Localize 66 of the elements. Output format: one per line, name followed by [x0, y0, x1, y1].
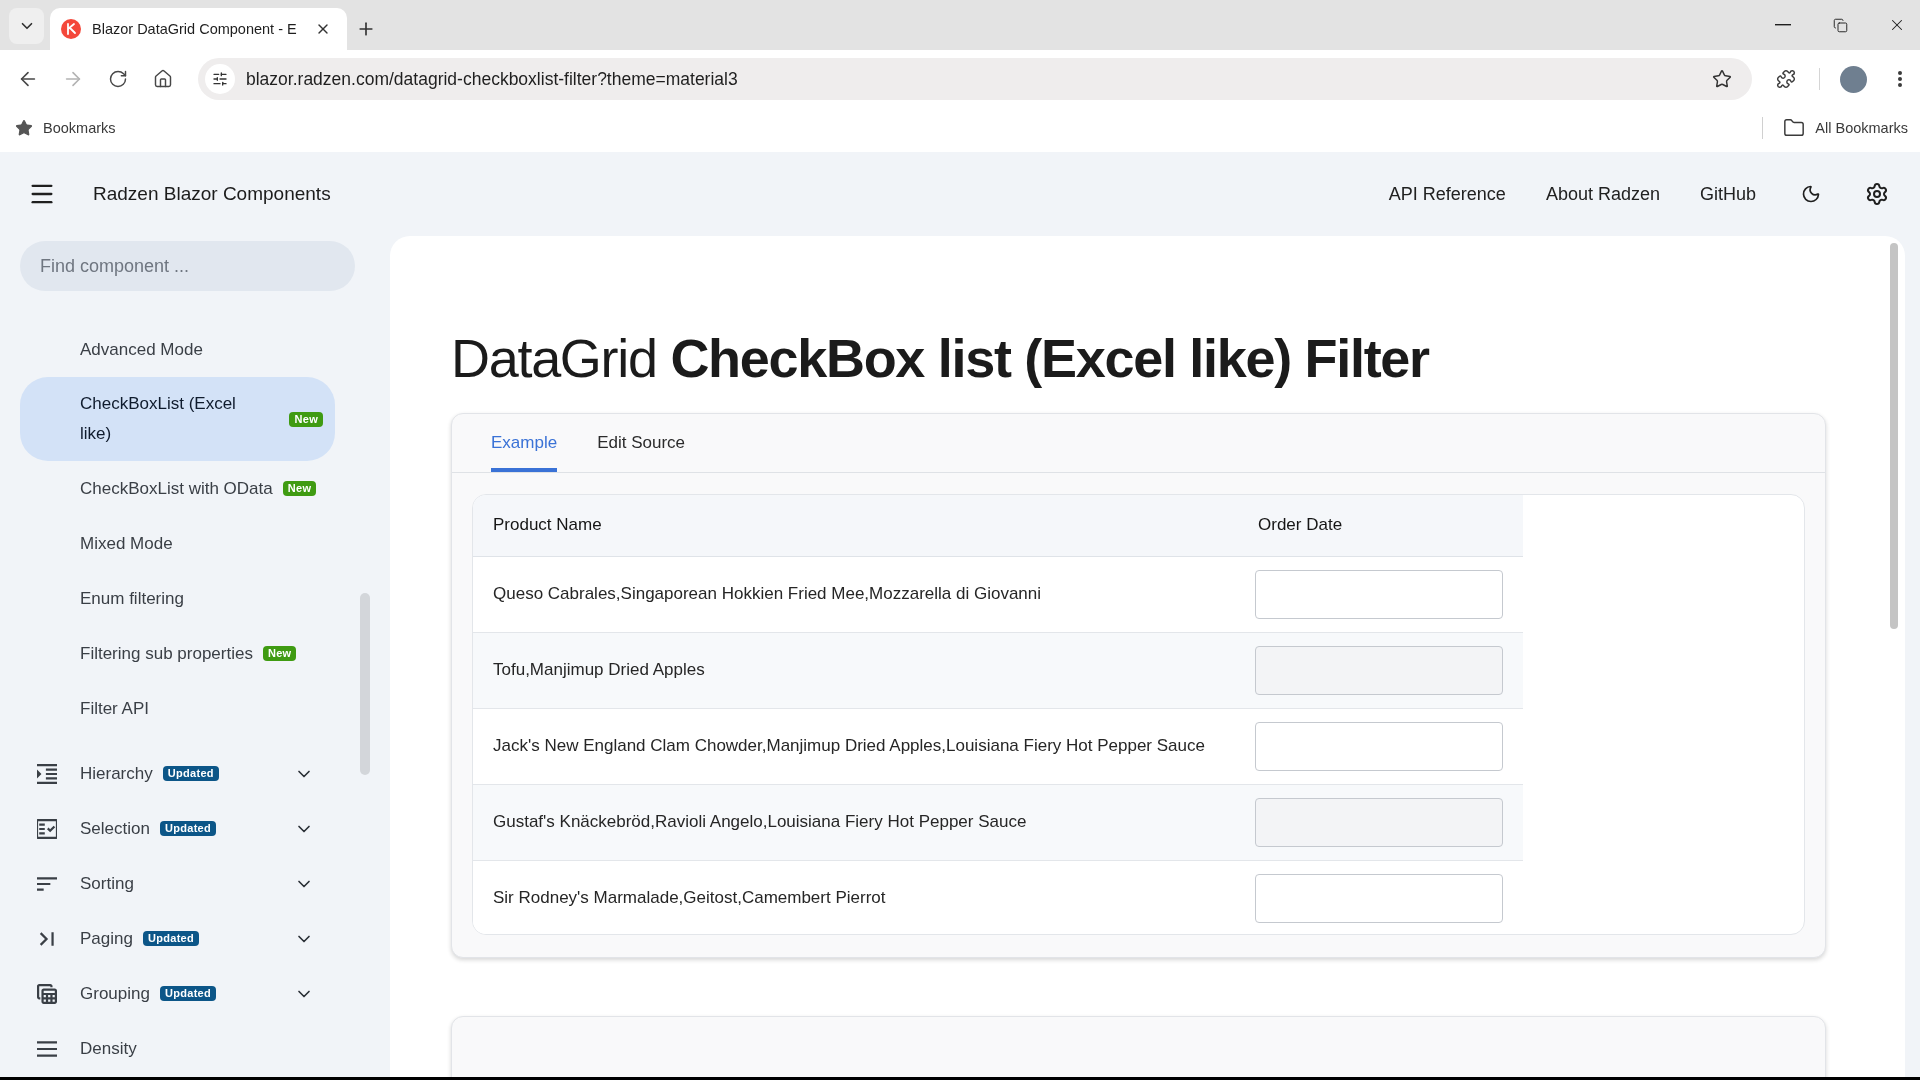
- column-header[interactable]: Order Date: [1238, 495, 1523, 556]
- sidebar-item[interactable]: Density: [20, 1021, 335, 1076]
- settings-icon: [1865, 182, 1889, 206]
- star-icon: [15, 119, 33, 137]
- sidebar-item[interactable]: Filtering sub properties New: [20, 626, 335, 681]
- address-bar[interactable]: blazor.radzen.com/datagrid-checkboxlist-filter?theme=material3: [198, 58, 1752, 100]
- sidebar-item[interactable]: Grouping Updated: [20, 966, 335, 1021]
- minimize-icon: [1775, 24, 1791, 26]
- sliders-icon: [212, 71, 228, 87]
- nav-link[interactable]: About Radzen: [1545, 183, 1660, 205]
- table-cell: Tofu,Manjimup Dried Apples: [473, 632, 1238, 708]
- sidebar-item[interactable]: CheckBoxList (Excel like) New: [20, 377, 335, 461]
- table-cell: Jack's New England Clam Chowder,Manjimup Dried Apples,Louisiana Fiery Hot Pepper Sauce: [473, 708, 1238, 784]
- all-bookmarks-button[interactable]: All Bookmarks: [1783, 117, 1908, 139]
- sidebar-item[interactable]: Paging Updated: [20, 911, 335, 966]
- reload-icon: [108, 69, 128, 89]
- site-title: Radzen Blazor Components: [93, 183, 331, 205]
- profile-avatar[interactable]: [1840, 65, 1867, 93]
- sidebar-item[interactable]: Mixed Mode: [20, 516, 335, 571]
- sidebar-item[interactable]: Filter API: [20, 681, 335, 736]
- nav-link[interactable]: GitHub: [1699, 183, 1756, 205]
- site-info-button[interactable]: [205, 64, 235, 94]
- status-badge: Updated: [162, 766, 219, 781]
- status-badge: Updated: [159, 986, 217, 1001]
- table-cell: Sir Rodney's Marmalade,Geitost,Camembert Pierrot: [473, 860, 1238, 934]
- status-badge: New: [262, 646, 297, 661]
- page-scrollbar[interactable]: [1890, 243, 1898, 629]
- sidebar-item[interactable]: Sorting: [20, 856, 335, 911]
- sidebar-item[interactable]: Selection Updated: [20, 801, 335, 856]
- date-input-field[interactable]: [1255, 569, 1503, 619]
- star-icon: [1712, 69, 1732, 89]
- sidebar-item[interactable]: Enum filtering: [20, 571, 335, 626]
- moon-icon: [1801, 184, 1821, 204]
- folder-icon: [1783, 117, 1806, 139]
- date-input-field[interactable]: [1255, 797, 1503, 847]
- table-cell: Gustaf's Knäckebröd,Ravioli Angelo,Louisiana Fiery Hot Pepper Sauce: [473, 784, 1238, 860]
- column-header[interactable]: Product Name: [473, 495, 1238, 556]
- search-field[interactable]: Find component ...: [20, 241, 355, 291]
- url-text: blazor.radzen.com/datagrid-checkboxlist-filter?theme=material3: [246, 68, 739, 90]
- tab[interactable]: Edit Source: [597, 414, 686, 472]
- table-cell: Queso Cabrales,Singaporean Hokkien Fried Mee,Mozzarella di Giovanni: [473, 556, 1238, 632]
- sidebar-scrollbar[interactable]: [360, 593, 370, 775]
- three-lines-icon: [37, 1038, 57, 1059]
- page-title: DataGrid CheckBox list (Excel like) Filter: [451, 327, 1431, 390]
- indent-list-icon: [37, 763, 57, 784]
- tab[interactable]: Example: [491, 414, 558, 472]
- sidebar-item[interactable]: Advanced Mode: [20, 322, 335, 377]
- status-badge: New: [282, 481, 317, 496]
- table-grid-icon: [37, 983, 57, 1004]
- sidebar-item[interactable]: Hierarchy Updated: [20, 746, 335, 801]
- date-input-field[interactable]: [1255, 721, 1503, 771]
- favicon-icon: [61, 19, 81, 39]
- browser-tab[interactable]: Blazor DataGrid Component - E: [50, 8, 347, 50]
- status-badge: Updated: [142, 931, 200, 946]
- menu-dots-icon: [1898, 71, 1902, 87]
- home-icon: [153, 69, 173, 89]
- bookmarks-button[interactable]: Bookmarks: [15, 119, 116, 137]
- date-input-field[interactable]: [1255, 645, 1503, 695]
- restore-icon: [1832, 17, 1848, 33]
- nav-link[interactable]: API Reference: [1388, 183, 1506, 205]
- checklist-icon: [37, 818, 57, 839]
- date-input-field[interactable]: [1255, 873, 1503, 923]
- puzzle-icon: [1776, 69, 1796, 89]
- sidebar-item[interactable]: CheckBoxList with OData New: [20, 461, 335, 516]
- status-badge: New: [289, 411, 323, 427]
- status-badge: Updated: [159, 821, 217, 836]
